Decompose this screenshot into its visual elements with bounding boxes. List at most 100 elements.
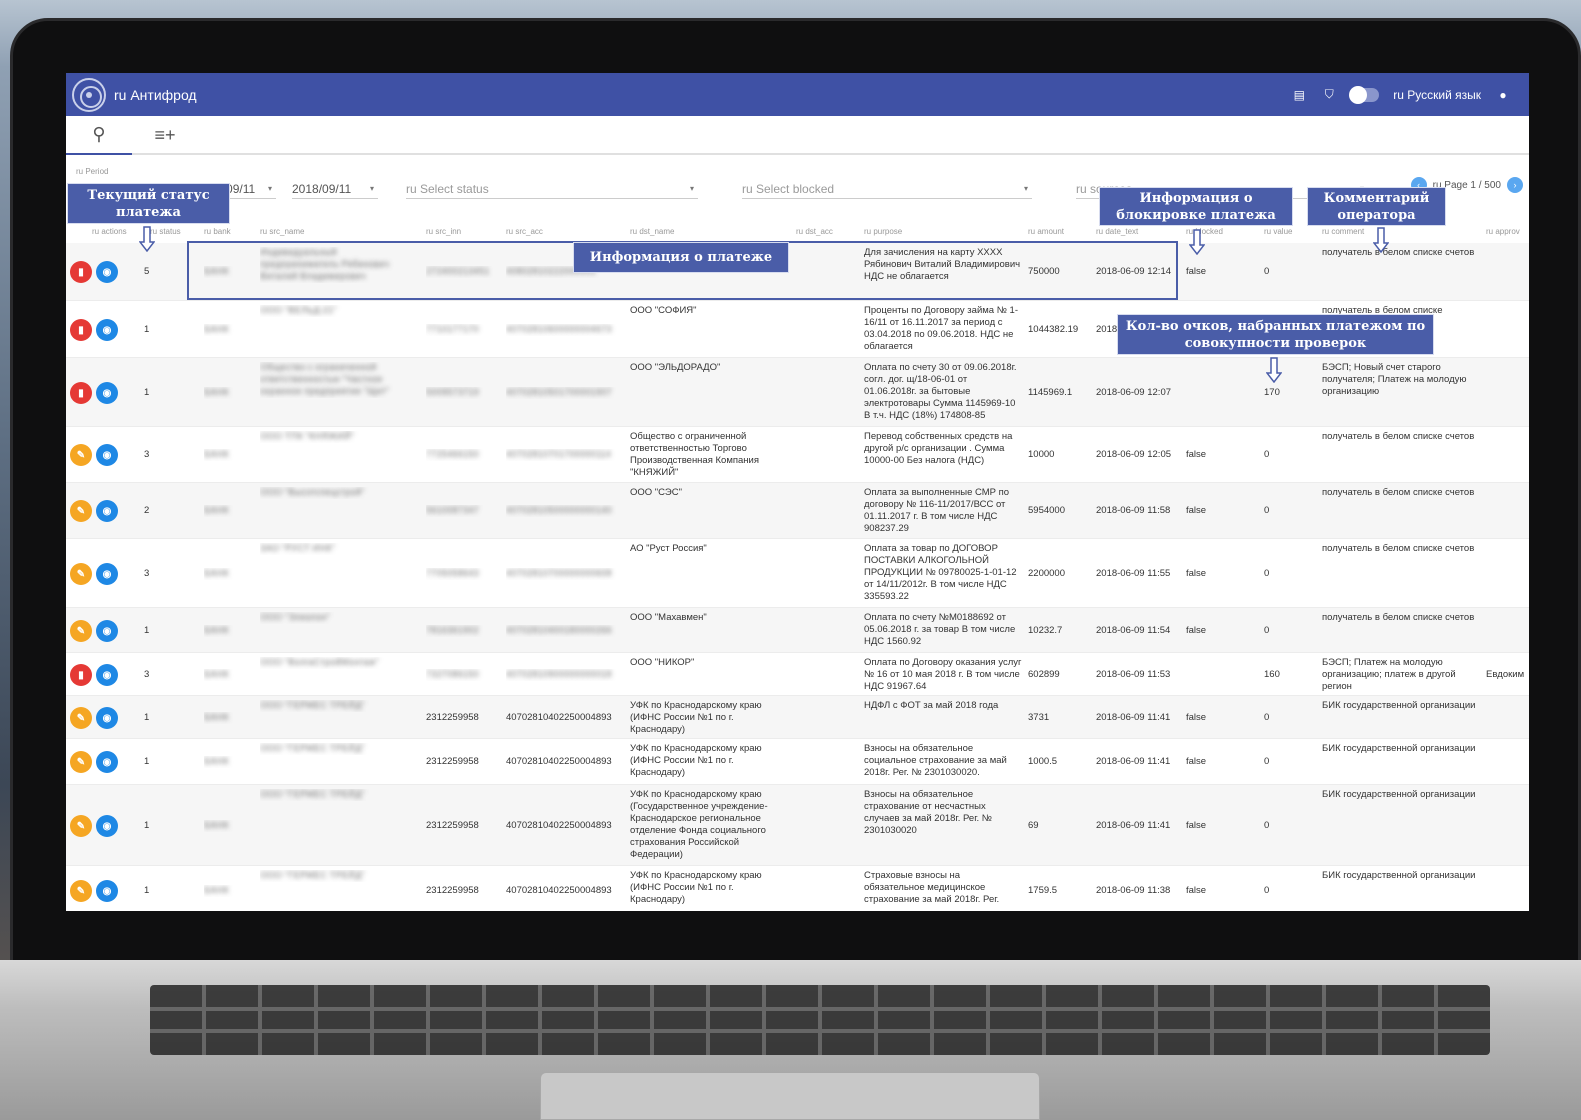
keyboard	[150, 985, 1490, 1055]
tab-add-list[interactable]: ≡+	[132, 116, 198, 155]
view-icon[interactable]: ◉	[96, 500, 118, 522]
view-icon[interactable]: ◉	[96, 620, 118, 642]
theme-toggle[interactable]	[1349, 85, 1380, 104]
document-icon[interactable]: ▤	[1291, 87, 1307, 103]
cell-value: 0	[1264, 712, 1270, 723]
col-src-name[interactable]: ru src_name	[260, 227, 304, 236]
cell-status: 2	[144, 505, 150, 516]
edit-icon[interactable]: ✎	[70, 500, 92, 522]
table-row[interactable]: ▮ ◉ 1 БАНК Общество с ограниченной ответстве…	[66, 358, 1529, 427]
cell-value: 0	[1264, 568, 1270, 579]
view-icon[interactable]: ◉	[96, 664, 118, 686]
cell-amount: 1000.5	[1028, 756, 1058, 767]
trackpad	[540, 1072, 1040, 1120]
col-comment[interactable]: ru comment	[1322, 227, 1364, 236]
user-icon[interactable]: ●	[1495, 87, 1511, 103]
view-icon[interactable]: ◉	[96, 444, 118, 466]
edit-icon[interactable]: ✎	[70, 815, 92, 837]
language-selector[interactable]: ru Русский язык	[1393, 88, 1481, 102]
cell-bank: БАНК	[204, 387, 229, 398]
col-value[interactable]: ru value	[1264, 227, 1292, 236]
table-row[interactable]: ✎ ◉ 3 БАНК ООО ТПК "КНЯЖИЙ" 7725466150 4070281…	[66, 427, 1529, 483]
next-page-button[interactable]: ›	[1507, 177, 1523, 193]
arrow-down-icon	[1266, 357, 1282, 383]
cell-amount: 1044382.19	[1028, 324, 1079, 335]
cell-purpose: Проценты по Договору займа № 1-16/11 от …	[864, 305, 1018, 352]
cell-purpose: НДФЛ с ФОТ за май 2018 года	[864, 700, 999, 711]
col-date-text[interactable]: ru date_text	[1096, 227, 1138, 236]
cell-dst-name: УФК по Краснодарскому краю (ИФНС России …	[630, 700, 762, 735]
lock-icon[interactable]: ▮	[70, 261, 92, 283]
cell-comment: получатель в белом списке счетов	[1322, 612, 1475, 623]
col-approve[interactable]: ru approv	[1486, 227, 1520, 236]
app-title: ru Антифрод	[114, 86, 197, 103]
chevron-down-icon: ▾	[689, 184, 694, 193]
edit-icon[interactable]: ✎	[70, 880, 92, 902]
lock-icon[interactable]: ▮	[70, 382, 92, 404]
callout-operator-comment: Комментарий оператора	[1307, 187, 1446, 226]
table-row[interactable]: ✎ ◉ 1 БАНК ООО "ГЕРМЕС ТРЕЙД" 2312259958 40702…	[66, 785, 1529, 866]
edit-icon[interactable]: ✎	[70, 563, 92, 585]
view-icon[interactable]: ◉	[96, 319, 118, 341]
cell-blocked: false	[1186, 625, 1207, 636]
arrow-down-icon	[139, 226, 155, 252]
table-row[interactable]: ✎ ◉ 2 БАНК ООО "Высотспецстрой" 5610087347 407…	[66, 483, 1529, 539]
cell-date: 2018-06-09 12:05	[1096, 449, 1172, 460]
col-purpose[interactable]: ru purpose	[864, 227, 902, 236]
view-icon[interactable]: ◉	[96, 815, 118, 837]
cell-blocked: false	[1186, 885, 1207, 896]
view-icon[interactable]: ◉	[96, 707, 118, 729]
edit-icon[interactable]: ✎	[70, 444, 92, 466]
lock-icon[interactable]: ▮	[70, 664, 92, 686]
col-src-inn[interactable]: ru src_inn	[426, 227, 461, 236]
cell-src-acc: 40702810402250004893	[506, 712, 612, 723]
cell-amount: 602899	[1028, 669, 1060, 680]
table-row[interactable]: ✎ ◉ 1 БАНК ООО "ГЕРМЕС ТРЕЙД" 2312259958 40702…	[66, 696, 1529, 739]
cell-src-inn: 2312259958	[426, 712, 479, 723]
cell-bank: БАНК	[204, 885, 229, 896]
cell-amount: 5954000	[1028, 505, 1065, 516]
col-actions[interactable]: ru actions	[92, 227, 127, 236]
cell-src-inn: 7327086150	[426, 669, 479, 680]
view-icon[interactable]: ◉	[96, 563, 118, 585]
table-row[interactable]: ✎ ◉ 1 БАНК ООО "ГЕРМЕС ТРЕЙД" 2312259958 40702…	[66, 866, 1529, 911]
cell-dst-name: АО "Руст Россия"	[630, 543, 707, 554]
cell-src-name: ООО "ВЕЛЬД-21"	[260, 305, 337, 316]
cell-bank: БАНК	[204, 449, 229, 460]
cell-src-name: ООО "ГЕРМЕС ТРЕЙД"	[260, 743, 365, 754]
view-icon[interactable]: ◉	[96, 261, 118, 283]
cell-src-acc: 40702810400180000266	[506, 625, 612, 636]
table-row[interactable]: ▮ ◉ 3 БАНК ООО "ВолгаСтройМонтаж" 7327086150 4…	[66, 653, 1529, 696]
col-bank[interactable]: ru bank	[204, 227, 231, 236]
tab-search[interactable]: ⚲	[66, 116, 132, 155]
col-dst-acc[interactable]: ru dst_acc	[796, 227, 833, 236]
view-icon[interactable]: ◉	[96, 880, 118, 902]
status-select[interactable]: ru Select status ▾	[406, 179, 698, 199]
blocked-select[interactable]: ru Select blocked ▾	[742, 179, 1032, 199]
cell-status: 1	[144, 712, 150, 723]
col-amount[interactable]: ru amount	[1028, 227, 1064, 236]
tab-bar: ⚲ ≡+	[66, 116, 1529, 155]
edit-icon[interactable]: ✎	[70, 751, 92, 773]
table-row[interactable]: ✎ ◉ 1 БАНК ООО "Элиэлон" 7816361902 4070281040…	[66, 608, 1529, 653]
cell-dst-name: ООО "ЭЛЬДОРАДО"	[630, 362, 721, 373]
cell-date: 2018-06-09 11:41	[1096, 820, 1171, 831]
cell-date: 2018-06-09 11:41	[1096, 756, 1171, 767]
cell-src-acc: 40702810600000004673	[506, 324, 612, 335]
cell-status: 1	[144, 885, 150, 896]
cell-src-inn: 7705058643	[426, 568, 479, 579]
cell-comment: БЭСП; Платеж на молодую организацию; пла…	[1322, 657, 1456, 692]
col-src-acc[interactable]: ru src_acc	[506, 227, 543, 236]
col-dst-name[interactable]: ru dst_name	[630, 227, 674, 236]
edit-icon[interactable]: ✎	[70, 707, 92, 729]
filter-icon[interactable]: ⛉	[1321, 87, 1337, 103]
lock-icon[interactable]: ▮	[70, 319, 92, 341]
date-to-picker[interactable]: 2018/09/11 ▾	[292, 179, 378, 199]
cell-purpose: Оплата по счету №М0188692 от 05.06.2018 …	[864, 612, 1016, 647]
edit-icon[interactable]: ✎	[70, 620, 92, 642]
callout-status: Текущий статус платежа	[67, 183, 230, 224]
table-row[interactable]: ✎ ◉ 1 БАНК ООО "ГЕРМЕС ТРЕЙД" 2312259958 40702…	[66, 739, 1529, 785]
table-row[interactable]: ✎ ◉ 3 БАНК ЗАО "РУСТ ИНК" 7705058643 407028107…	[66, 539, 1529, 608]
view-icon[interactable]: ◉	[96, 382, 118, 404]
view-icon[interactable]: ◉	[96, 751, 118, 773]
